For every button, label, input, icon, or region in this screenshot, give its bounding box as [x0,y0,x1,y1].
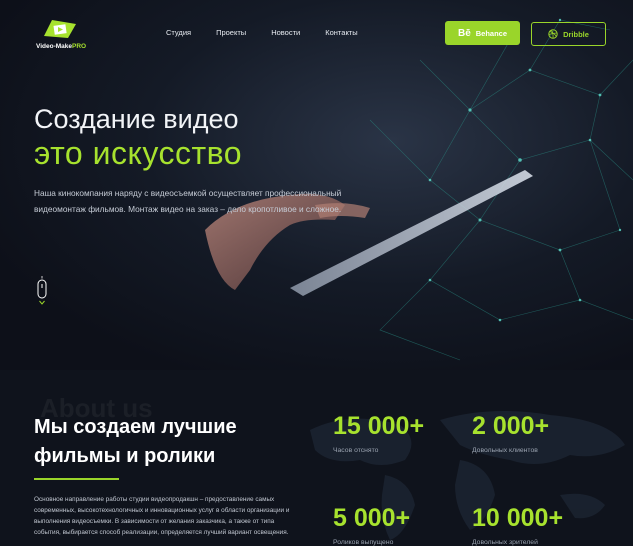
about-title: Мы создаем лучшие фильмы и ролики [34,416,237,467]
stat-videos: 5 000+ Роликов выпущено [333,504,410,546]
logo-text-accent: PRO [72,43,87,50]
stat-value: 5 000+ [333,504,411,532]
stat-value: 2 000+ [472,412,550,440]
stat-viewers: 10 000+ Довольных зрителей [472,504,563,546]
stat-label: Довольных клиентов [472,447,538,454]
scroll-down-icon[interactable] [36,276,48,306]
behance-button[interactable]: Bē Behance [445,21,520,45]
behance-label: Behance [475,28,508,38]
logo-text: Video-MakePRO [36,43,86,50]
stat-value: 10 000+ [472,504,564,532]
stat-hours: 15 000+ Часов отснято [333,412,424,454]
main-nav: Студия Проекты Новости Контакты [166,28,383,37]
behance-icon: Bē [457,27,471,39]
hero-lead-text: Наша кинокомпания наряду с видеосъемкой … [34,188,342,214]
logo-text-main: Video-Make [36,43,73,50]
title-underline [34,478,119,480]
hero-title-line1: Создание видео [34,104,239,134]
film-logo-icon [44,20,76,38]
nav-item-studio[interactable]: Студия [166,28,191,37]
logo[interactable]: Video-MakePRO [36,18,96,54]
dribbble-icon [548,29,558,39]
nav-item-contacts[interactable]: Контакты [325,28,357,37]
nav-item-projects[interactable]: Проекты [216,28,246,37]
hand-tablet-image [205,170,533,296]
about-text: Основное направление работы студии видео… [34,496,290,536]
nav-item-news[interactable]: Новости [271,28,300,37]
hero-section: Video-MakePRO Студия Проекты Новости Кон… [0,0,633,370]
dribble-label: Dribble [563,29,589,39]
stat-clients: 2 000+ Довольных клиентов [472,412,549,454]
stat-label: Часов отснято [333,447,379,454]
hero-title-line2: это искусство [34,135,243,171]
stat-value: 15 000+ [333,412,425,440]
dribble-button[interactable]: Dribble [531,22,606,46]
